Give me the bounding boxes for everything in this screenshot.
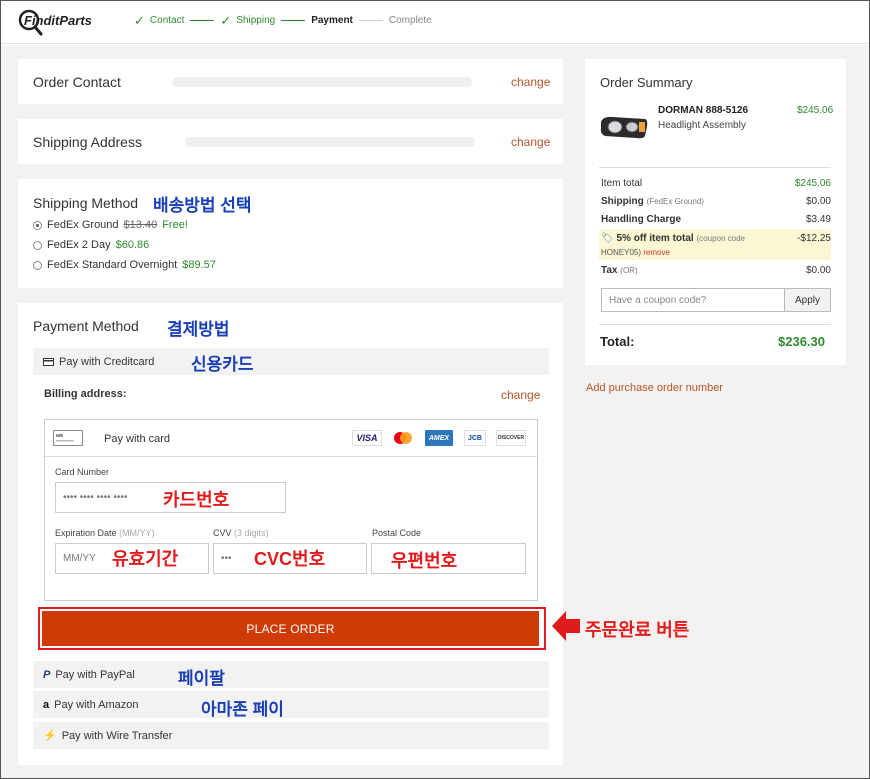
shipping-method-annotation: 배송방법 선택 xyxy=(153,196,252,215)
step-complete: Complete xyxy=(388,15,432,26)
place-order-button[interactable]: PLACE ORDER xyxy=(42,611,539,646)
place-order-annotation: 주문완료 버튼 xyxy=(585,620,690,640)
credit-card-icon xyxy=(43,357,54,366)
change-billing-link[interactable]: change xyxy=(501,388,540,402)
card-generic-icon xyxy=(53,430,83,446)
discover-icon: DISCOVER xyxy=(496,430,526,446)
cvv-annotation: CVC번호 xyxy=(254,549,326,569)
change-address-link[interactable]: change xyxy=(511,135,550,149)
checkout-header: FinditParts ✓ Contact ✓ Shipping Payment C… xyxy=(1,1,869,44)
shipping-row: Shipping (FedEx Ground) $0.00 xyxy=(601,196,831,207)
payment-method-annotation: 결제방법 xyxy=(167,320,230,339)
product-price: $245.06 xyxy=(797,105,834,116)
handling-row: Handling Charge $3.49 xyxy=(601,214,831,225)
step-payment: Payment xyxy=(311,15,353,26)
finditparts-logo[interactable]: FinditParts xyxy=(18,6,113,38)
change-contact-link[interactable]: change xyxy=(511,75,550,89)
headlight-product-image[interactable] xyxy=(599,114,649,140)
pay-with-card-label: Pay with card xyxy=(104,433,171,445)
payment-method-title: Payment Method xyxy=(33,318,139,334)
discount-code: HONEY05) remove xyxy=(601,248,670,257)
postal-code-label: Postal Code xyxy=(372,528,422,538)
pay-creditcard-tab[interactable]: Pay with Creditcard xyxy=(33,348,549,375)
total-amount: $236.30 xyxy=(778,334,825,349)
step-connector xyxy=(190,20,215,21)
radio-selected[interactable] xyxy=(33,220,42,230)
mastercard-icon xyxy=(392,430,414,446)
step-connector xyxy=(281,20,306,21)
radio-unselected[interactable] xyxy=(33,260,42,270)
discount-row: 🏷 5% off item total (coupon code -$12.25 xyxy=(601,233,831,244)
tax-row: Tax (OR) $0.00 xyxy=(601,265,831,276)
pay-wire-transfer-tab[interactable]: ⚡ Pay with Wire Transfer xyxy=(33,722,549,749)
cvv-label: CVV (3 digits) xyxy=(213,528,269,538)
paypal-icon: P xyxy=(43,668,51,681)
card-number-label: Card Number xyxy=(55,467,110,477)
shipping-method-title: Shipping Method xyxy=(33,195,139,211)
item-total-row: Item total $245.06 xyxy=(601,178,831,189)
lightning-icon: ⚡ xyxy=(43,730,57,742)
shipping-option-fedex-2day[interactable]: FedEx 2 Day $60.86 xyxy=(33,239,149,251)
step-contact[interactable]: ✓ Contact xyxy=(134,12,184,28)
remove-coupon-link[interactable]: remove xyxy=(643,248,670,257)
product-description: Headlight Assembly xyxy=(658,120,746,131)
billing-address-label: Billing address: xyxy=(44,388,127,400)
shipping-option-fedex-ground[interactable]: FedEx Ground $13.40 Free! xyxy=(33,219,188,231)
check-icon: ✓ xyxy=(134,12,145,28)
tag-icon: 🏷 xyxy=(601,233,614,244)
visa-icon: VISA xyxy=(352,430,382,446)
shipping-address-title: Shipping Address xyxy=(33,134,142,150)
apply-coupon-button[interactable]: Apply xyxy=(784,288,831,312)
amazon-annotation: 아마존 페이 xyxy=(201,700,284,719)
coupon-input[interactable]: Have a coupon code? xyxy=(601,288,785,312)
pay-paypal-tab[interactable]: P Pay with PayPal xyxy=(33,661,549,688)
svg-text:FinditParts: FinditParts xyxy=(24,13,92,28)
paypal-annotation: 페이팔 xyxy=(178,669,225,688)
redacted-contact xyxy=(172,77,472,87)
jcb-icon: JCB xyxy=(464,430,486,446)
checkout-steps: ✓ Contact ✓ Shipping Payment Complete xyxy=(134,12,432,28)
expiration-annotation: 유효기간 xyxy=(112,549,179,569)
divider xyxy=(599,324,831,325)
card-number-annotation: 카드번호 xyxy=(163,490,230,510)
creditcard-annotation: 신용카드 xyxy=(191,355,254,374)
order-contact-title: Order Contact xyxy=(33,74,121,90)
radio-unselected[interactable] xyxy=(33,240,42,250)
arrow-left-icon xyxy=(552,611,580,641)
step-shipping[interactable]: ✓ Shipping xyxy=(220,12,275,28)
step-connector xyxy=(358,20,383,21)
pay-amazon-tab[interactable]: a Pay with Amazon xyxy=(33,691,549,718)
expiration-label: Expiration Date (MM/YY) xyxy=(55,528,155,538)
check-icon: ✓ xyxy=(220,12,232,28)
amazon-icon: a xyxy=(43,698,50,711)
divider xyxy=(599,167,831,168)
total-label: Total: xyxy=(600,334,635,349)
add-po-number-link[interactable]: Add purchase order number xyxy=(586,382,723,394)
product-name[interactable]: DORMAN 888-5126 xyxy=(658,105,748,116)
shipping-option-fedex-overnight[interactable]: FedEx Standard Overnight $89.57 xyxy=(33,259,216,271)
amex-icon: AMEX xyxy=(425,430,453,446)
redacted-address xyxy=(185,137,475,147)
order-summary-title: Order Summary xyxy=(600,75,693,90)
postal-code-annotation: 우편번호 xyxy=(391,551,458,571)
